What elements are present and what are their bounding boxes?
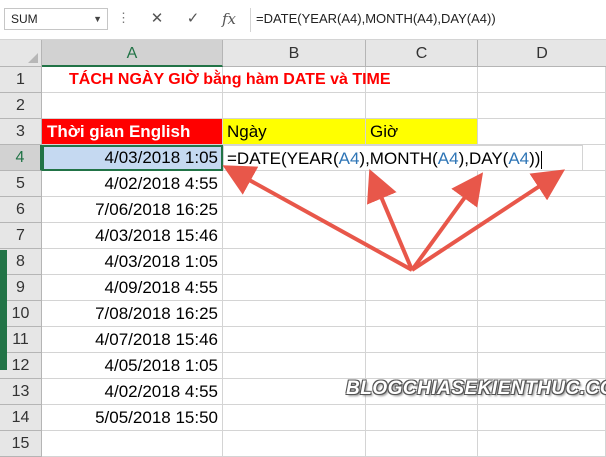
grid-cell[interactable]	[366, 327, 478, 353]
grid-cell[interactable]	[223, 327, 366, 353]
row-header-1[interactable]: 1	[0, 67, 42, 93]
cell-a12[interactable]: 4/05/2018 1:05	[42, 353, 223, 379]
cell-a10[interactable]: 7/08/2018 16:25	[42, 301, 223, 327]
name-box-value: SUM	[11, 12, 38, 26]
formula-part-month: ),MONTH(	[359, 149, 438, 168]
grid-cell[interactable]	[366, 301, 478, 327]
grid-cell[interactable]	[478, 353, 606, 379]
grid-cell[interactable]	[223, 353, 366, 379]
formula-part-prefix: =DATE(YEAR(	[227, 149, 339, 168]
grid-cell[interactable]	[478, 119, 606, 145]
cell-a3[interactable]: Thời gian English	[42, 119, 223, 145]
text-cursor	[541, 150, 543, 169]
enter-icon[interactable]: ✓	[180, 8, 206, 30]
grid-cell[interactable]	[223, 301, 366, 327]
cell-a14[interactable]: 5/05/2018 15:50	[42, 405, 223, 431]
more-options-icon: ⋮	[117, 10, 130, 25]
grid-cell[interactable]	[478, 171, 606, 197]
row-header-13[interactable]: 13	[0, 379, 42, 405]
watermark-text: BLOGCHIASEKIENTHUC.COM	[346, 378, 606, 399]
formula-part-day: ),DAY(	[458, 149, 509, 168]
select-all-button[interactable]	[0, 40, 42, 67]
sheet-title-text: TÁCH NGÀY GIỜ bằng hàm DATE và TIME	[69, 71, 391, 88]
grid-cell[interactable]	[223, 379, 366, 405]
column-header-b[interactable]: B	[223, 40, 366, 67]
formula-input[interactable]: =DATE(YEAR(A4),MONTH(A4),DAY(A4))	[256, 8, 496, 30]
grid-cell[interactable]	[478, 301, 606, 327]
grid-cell[interactable]	[478, 249, 606, 275]
grid-cell[interactable]	[366, 431, 478, 457]
formula-part-suffix: ))	[529, 149, 541, 168]
grid-cell[interactable]	[223, 405, 366, 431]
grid-cell[interactable]	[366, 275, 478, 301]
chevron-down-icon[interactable]: ▼	[93, 9, 102, 29]
cell-a13[interactable]: 4/02/2018 4:55	[42, 379, 223, 405]
grid-cell[interactable]	[478, 197, 606, 223]
cell-a6[interactable]: 7/06/2018 16:25	[42, 197, 223, 223]
grid-cell[interactable]	[366, 405, 478, 431]
grid-cell[interactable]	[223, 197, 366, 223]
grid-cell[interactable]	[478, 327, 606, 353]
grid-cell[interactable]	[366, 197, 478, 223]
column-header-c[interactable]: C	[366, 40, 478, 67]
row-header-14[interactable]: 14	[0, 405, 42, 431]
row-header-2[interactable]: 2	[0, 93, 42, 119]
cell-b4-editor[interactable]: =DATE(YEAR(A4),MONTH(A4),DAY(A4))	[223, 145, 583, 171]
row-header-4[interactable]: 4	[0, 145, 42, 171]
grid-cell[interactable]	[42, 431, 223, 457]
formula-ref-day: A4	[508, 149, 530, 168]
grid-cell[interactable]	[478, 275, 606, 301]
cell-a5[interactable]: 4/02/2018 4:55	[42, 171, 223, 197]
grid-cell[interactable]	[223, 93, 366, 119]
name-box[interactable]: SUM ▼	[4, 8, 108, 30]
row-header-6[interactable]: 6	[0, 197, 42, 223]
grid-cell[interactable]	[223, 275, 366, 301]
cell-b3[interactable]: Ngày	[223, 119, 366, 145]
formula-ref-year: A4	[338, 149, 360, 168]
cell-a4[interactable]: 4/03/2018 1:05	[42, 145, 223, 171]
sheet-side-bar	[0, 250, 7, 370]
grid-cell[interactable]	[42, 93, 223, 119]
grid-cell[interactable]	[223, 249, 366, 275]
cell-a8[interactable]: 4/03/2018 1:05	[42, 249, 223, 275]
insert-function-icon[interactable]: fx	[216, 8, 242, 30]
grid-cell[interactable]	[366, 353, 478, 379]
grid-cell[interactable]	[478, 223, 606, 249]
grid-cell[interactable]	[366, 223, 478, 249]
row-header-7[interactable]: 7	[0, 223, 42, 249]
grid-cell[interactable]	[478, 431, 606, 457]
row-header-5[interactable]: 5	[0, 171, 42, 197]
column-header-d[interactable]: D	[478, 40, 606, 67]
formula-bar-divider	[250, 8, 251, 32]
grid-cell[interactable]	[223, 223, 366, 249]
cell-a11[interactable]: 4/07/2018 15:46	[42, 327, 223, 353]
sheet-title: TÁCH NGÀY GIỜ bằng hàm DATE và TIME	[42, 67, 606, 93]
cell-a7[interactable]: 4/03/2018 15:46	[42, 223, 223, 249]
grid-cell[interactable]	[478, 405, 606, 431]
grid-cell[interactable]	[478, 93, 606, 119]
cancel-icon[interactable]: ✕	[144, 8, 170, 30]
row-header-3[interactable]: 3	[0, 119, 42, 145]
cell-a9[interactable]: 4/09/2018 4:55	[42, 275, 223, 301]
column-header-a[interactable]: A	[42, 40, 223, 67]
grid-cell[interactable]	[366, 171, 478, 197]
row-header-15[interactable]: 15	[0, 431, 42, 457]
cell-c3[interactable]: Giờ	[366, 119, 478, 145]
grid-cell[interactable]	[223, 171, 366, 197]
grid-cell[interactable]	[223, 431, 366, 457]
formula-bar: SUM ▼ ⋮ ✕ ✓ fx =DATE(YEAR(A4),MONTH(A4),…	[0, 0, 606, 40]
grid-cell[interactable]	[366, 249, 478, 275]
grid-cell[interactable]	[366, 93, 478, 119]
formula-ref-month: A4	[437, 149, 459, 168]
